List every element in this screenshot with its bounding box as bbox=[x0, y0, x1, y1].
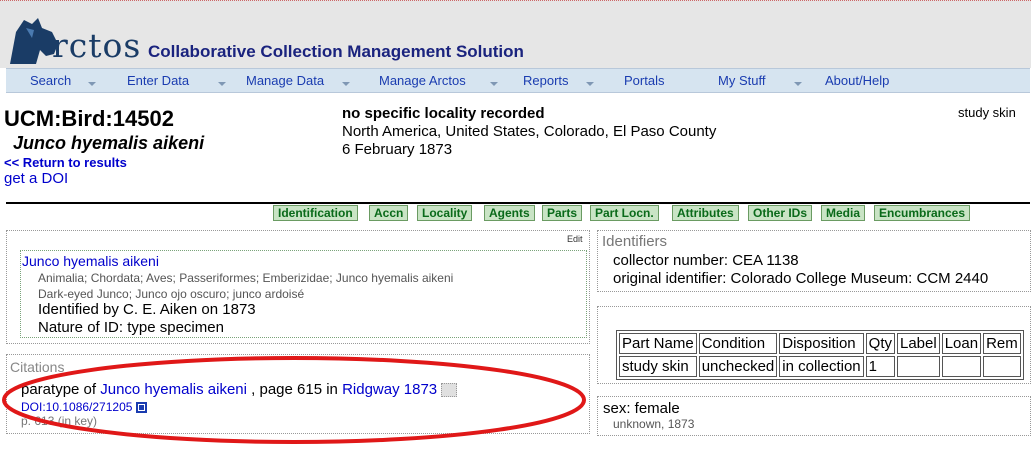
nav-portals[interactable]: Portals bbox=[624, 73, 664, 88]
record-guid: UCM:Bird:14502 bbox=[4, 106, 174, 131]
attribute-determiner: unknown, 1873 bbox=[613, 417, 695, 431]
condition-cell: unchecked bbox=[698, 356, 778, 377]
chevron-down-icon[interactable] bbox=[490, 82, 498, 86]
main-nav: Search Enter Data Manage Data Manage Arc… bbox=[6, 68, 1030, 93]
nav-manage-arctos[interactable]: Manage Arctos bbox=[379, 73, 466, 88]
publication-thumbnail-icon[interactable] bbox=[441, 383, 458, 398]
nav-my-stuff[interactable]: My Stuff bbox=[718, 73, 765, 88]
higher-geography: North America, United States, Colorado, … bbox=[342, 123, 717, 140]
citation-doi-row: DOI:10.1086/271205 bbox=[21, 400, 148, 414]
chevron-down-icon[interactable] bbox=[218, 82, 226, 86]
citation-type-status: paratype of bbox=[21, 381, 97, 398]
citation-publication-link[interactable]: Ridgway 1873 bbox=[342, 381, 437, 398]
nav-search[interactable]: Search bbox=[30, 73, 71, 88]
column-header: Rem bbox=[983, 333, 1021, 354]
tab-part-locn[interactable]: Part Locn. bbox=[590, 205, 659, 221]
label-cell bbox=[897, 356, 940, 377]
collector-number: collector number: CEA 1138 bbox=[613, 252, 799, 269]
tab-encumbrances[interactable]: Encumbrances bbox=[874, 205, 971, 221]
column-header: Label bbox=[897, 333, 940, 354]
tab-locality[interactable]: Locality bbox=[417, 205, 473, 221]
chevron-down-icon[interactable] bbox=[794, 82, 802, 86]
tab-attributes[interactable]: Attributes bbox=[672, 205, 739, 221]
citation-line: paratype of Junco hyemalis aikeni , page… bbox=[21, 381, 458, 398]
chevron-down-icon[interactable] bbox=[88, 82, 96, 86]
parts-summary: study skin bbox=[958, 105, 1016, 120]
identifiers-heading: Identifiers bbox=[602, 233, 668, 250]
identified-by: Identified by C. E. Aiken on 1873 bbox=[38, 301, 256, 318]
column-header: Qty bbox=[865, 333, 895, 354]
specific-locality: no specific locality recorded bbox=[342, 105, 545, 122]
citation-doi-link[interactable]: DOI:10.1086/271205 bbox=[21, 400, 132, 414]
column-header: Part Name bbox=[619, 333, 697, 354]
tab-parts[interactable]: Parts bbox=[542, 205, 583, 221]
nature-of-id: Nature of ID: type specimen bbox=[38, 319, 224, 336]
loan-cell bbox=[941, 356, 982, 377]
scientific-name: Junco hyemalis aikeni bbox=[13, 133, 205, 153]
citation-page: , page 615 in bbox=[251, 381, 338, 398]
parts-table: Part Name Condition Disposition Qty Labe… bbox=[616, 330, 1024, 380]
site-tagline: Collaborative Collection Management Solu… bbox=[148, 42, 524, 61]
tab-other-ids[interactable]: Other IDs bbox=[748, 205, 813, 221]
nav-reports[interactable]: Reports bbox=[523, 73, 569, 88]
nav-about-help[interactable]: About/Help bbox=[825, 73, 889, 88]
chevron-down-icon[interactable] bbox=[586, 82, 594, 86]
identification-taxon-link[interactable]: Junco hyemalis aikeni bbox=[22, 253, 159, 269]
tab-media[interactable]: Media bbox=[821, 205, 866, 221]
table-row: study skin unchecked in collection 1 bbox=[619, 356, 1021, 377]
external-link-icon[interactable] bbox=[136, 402, 148, 414]
common-names: Dark-eyed Junco; Junco ojo oscuro; junco… bbox=[38, 287, 305, 301]
logo-wordmark[interactable]: rctos bbox=[52, 26, 141, 65]
attribute-sex: sex: female bbox=[603, 400, 680, 417]
nav-enter-data[interactable]: Enter Data bbox=[127, 73, 189, 88]
citation-taxon-link[interactable]: Junco hyemalis aikeni bbox=[100, 381, 247, 398]
collection-date: 6 February 1873 bbox=[342, 141, 453, 158]
tab-identification[interactable]: Identification bbox=[273, 205, 358, 221]
column-header: Condition bbox=[698, 333, 778, 354]
original-identifier: original identifier: Colorado College Mu… bbox=[613, 270, 989, 287]
part-name-cell: study skin bbox=[619, 356, 697, 377]
get-doi-link[interactable]: get a DOI bbox=[4, 170, 68, 187]
disposition-cell: in collection bbox=[779, 356, 864, 377]
edit-identification-link[interactable]: Edit bbox=[567, 234, 583, 244]
remarks-cell bbox=[983, 356, 1021, 377]
nav-manage-data[interactable]: Manage Data bbox=[246, 73, 324, 88]
qty-cell: 1 bbox=[865, 356, 895, 377]
tab-accn[interactable]: Accn bbox=[369, 205, 409, 221]
column-header: Disposition bbox=[779, 333, 864, 354]
chevron-down-icon[interactable] bbox=[342, 82, 350, 86]
tab-agents[interactable]: Agents bbox=[484, 205, 535, 221]
citations-heading: Citations bbox=[10, 359, 65, 375]
return-to-results-link[interactable]: << Return to results bbox=[4, 155, 127, 170]
citation-page-note: p. 613 (in key) bbox=[21, 414, 98, 428]
parts-table-header-row: Part Name Condition Disposition Qty Labe… bbox=[619, 333, 1021, 354]
taxon-classification: Animalia; Chordata; Aves; Passeriformes;… bbox=[38, 271, 454, 285]
column-header: Loan bbox=[941, 333, 982, 354]
